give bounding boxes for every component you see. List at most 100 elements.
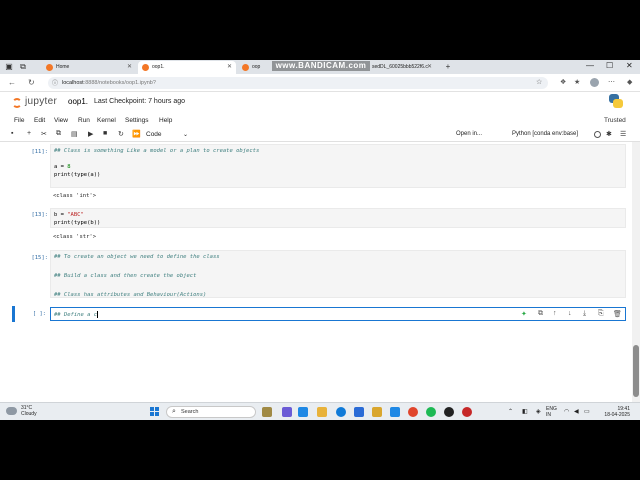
clock[interactable]: 19:41 18-04-2025 xyxy=(600,406,630,418)
restart-icon[interactable]: ↻ xyxy=(118,130,124,138)
close-icon[interactable]: ✕ xyxy=(127,61,132,74)
code-line: ## To create an object we need to define… xyxy=(54,254,220,260)
cell-prompt: [11]: xyxy=(31,149,48,155)
url-field[interactable]: ⓘ localhost:8888/notebooks/oop1.ipynb? ☆ xyxy=(48,77,548,89)
run-icon[interactable]: ▶ xyxy=(88,130,93,138)
trusted-indicator[interactable]: Trusted xyxy=(604,117,626,124)
jupyter-logo[interactable]: jupyter xyxy=(12,96,64,110)
notebook-name[interactable]: oop1. xyxy=(68,97,88,106)
code-editor[interactable]: b = "ABC" print(type(b)) xyxy=(51,209,625,229)
save-icon[interactable]: ▪ xyxy=(11,130,13,137)
open-in-button[interactable]: Open in... xyxy=(456,131,482,137)
store-icon[interactable] xyxy=(354,407,364,417)
code-cell-11: [11]: ## Class is something Like a model… xyxy=(8,144,626,188)
taskbar-search[interactable]: ⌕ Search xyxy=(166,406,256,418)
cell-input[interactable]: b = "ABC" print(type(b)) xyxy=(50,208,626,228)
wifi-icon[interactable]: ◠ xyxy=(564,409,569,415)
move-down-icon[interactable]: ↓ xyxy=(568,310,572,317)
profile-avatar[interactable] xyxy=(590,78,599,87)
tab-home[interactable]: Home ✕ xyxy=(42,61,136,74)
date: 18-04-2025 xyxy=(604,412,630,418)
language-indicator[interactable]: ENG IN xyxy=(546,406,557,418)
jupyter-favicon-icon xyxy=(46,64,53,71)
tray-app-icon[interactable]: ◧ xyxy=(522,409,528,415)
address-bar-row: ← ↻ ⓘ localhost:8888/notebooks/oop1.ipyn… xyxy=(0,74,640,92)
menu-settings[interactable]: Settings xyxy=(125,117,149,124)
file-explorer-icon[interactable] xyxy=(317,407,327,417)
volume-icon[interactable]: ◀ xyxy=(574,409,579,415)
browser-menu-icon[interactable]: ▣ xyxy=(4,62,14,72)
cut-icon[interactable]: ✂ xyxy=(41,130,47,138)
favorite-star-icon[interactable]: ☆ xyxy=(536,78,542,86)
code-line: ## Class is something Like a model or a … xyxy=(54,148,260,154)
maximize-icon[interactable]: ☐ xyxy=(606,61,613,70)
bandicam-icon[interactable] xyxy=(462,407,472,417)
menu-help[interactable]: Help xyxy=(159,117,172,124)
chrome-icon[interactable] xyxy=(408,407,418,417)
insert-above-icon[interactable]: ⤓ xyxy=(583,310,586,318)
copilot-app-icon[interactable] xyxy=(282,407,292,417)
close-icon[interactable]: ✕ xyxy=(427,61,432,74)
menu-run[interactable]: Run xyxy=(78,117,90,124)
delete-cell-icon[interactable]: 🗑 xyxy=(613,310,622,318)
paste-icon[interactable]: ▤ xyxy=(71,130,78,138)
refresh-icon[interactable]: ↻ xyxy=(28,78,35,87)
insert-below-icon[interactable]: ⎘ xyxy=(598,310,604,318)
code-line: ## Define a c xyxy=(54,312,98,318)
spotify-icon[interactable] xyxy=(426,407,436,417)
code-line: print(type(b)) xyxy=(54,220,101,226)
duplicate-cell-icon[interactable]: ⧉ xyxy=(538,310,543,318)
cell-prompt: [15]: xyxy=(31,255,48,261)
open-in-label: Open in... xyxy=(456,131,483,137)
tray-app-icon[interactable]: ◈ xyxy=(536,409,541,415)
code-editor[interactable]: ## To create an object we need to define… xyxy=(51,251,625,303)
menu-kernel[interactable]: Kernel xyxy=(97,117,116,124)
extensions-icon[interactable]: ❖ xyxy=(560,78,566,86)
menu-view[interactable]: View xyxy=(54,117,68,124)
tab-oop[interactable]: oop xyxy=(238,61,272,74)
copilot-icon[interactable]: ◆ xyxy=(627,78,632,86)
cell-type-select[interactable]: Code ⌄ xyxy=(146,130,190,140)
tab-actions-icon[interactable]: ⧉ xyxy=(18,62,28,72)
scrollbar-thumb[interactable] xyxy=(633,345,639,397)
cell-input[interactable]: ## To create an object we need to define… xyxy=(50,250,626,298)
code-editor[interactable]: ## Class is something Like a model or a … xyxy=(51,145,625,181)
folder-icon[interactable] xyxy=(372,407,382,417)
task-view-icon[interactable] xyxy=(298,407,308,417)
cell-input[interactable]: ## Class is something Like a model or a … xyxy=(50,144,626,188)
cell-output: <class 'int'> xyxy=(53,193,97,199)
more-menu-icon[interactable]: ⋯ xyxy=(608,78,615,86)
tray-overflow-icon[interactable]: ⌃ xyxy=(508,409,513,415)
stop-icon[interactable]: ■ xyxy=(103,130,107,137)
kernel-name[interactable]: Python [conda env:base] xyxy=(512,131,578,137)
code-line: a = xyxy=(54,164,68,170)
active-cell-input[interactable]: ## Define a c ✦ ⧉ ↑ ↓ ⤓ ⎘ 🗑 xyxy=(50,307,626,321)
insert-cell-icon[interactable]: + xyxy=(27,130,31,137)
battery-icon[interactable]: ▭ xyxy=(584,409,590,415)
menu-edit[interactable]: Edit xyxy=(34,117,45,124)
weather-widget[interactable]: 31°C Cloudy xyxy=(6,405,54,419)
tab-download[interactable]: sedDL_60025bbb522f6.c ✕ xyxy=(370,61,436,74)
site-info-icon[interactable]: ⓘ xyxy=(52,78,58,87)
tab-oop1[interactable]: oop1. ✕ xyxy=(138,61,236,74)
run-all-icon[interactable]: ⏩ xyxy=(132,130,141,138)
back-icon[interactable]: ← xyxy=(8,78,16,87)
obs-icon[interactable] xyxy=(444,407,454,417)
close-window-icon[interactable]: ✕ xyxy=(626,61,633,70)
menu-file[interactable]: File xyxy=(14,117,24,124)
minimize-icon[interactable]: — xyxy=(586,61,594,70)
edge-icon[interactable] xyxy=(336,407,346,417)
new-tab-icon[interactable]: + xyxy=(443,62,453,72)
region: IN xyxy=(546,412,551,418)
toc-icon[interactable]: ☰ xyxy=(620,130,626,138)
ai-sparkle-icon[interactable]: ✦ xyxy=(521,310,527,318)
windows-start-icon[interactable] xyxy=(150,407,160,417)
copy-icon[interactable]: ⧉ xyxy=(56,130,61,138)
mail-icon[interactable] xyxy=(390,407,400,417)
favorites-icon[interactable]: ★ xyxy=(574,78,580,86)
code-line: ## Build a class and then create the obj… xyxy=(54,273,197,279)
close-icon[interactable]: ✕ xyxy=(227,61,232,74)
bug-icon[interactable]: ✱ xyxy=(606,130,612,138)
move-up-icon[interactable]: ↑ xyxy=(553,310,557,317)
cell-prompt: [ ]: xyxy=(32,311,46,317)
